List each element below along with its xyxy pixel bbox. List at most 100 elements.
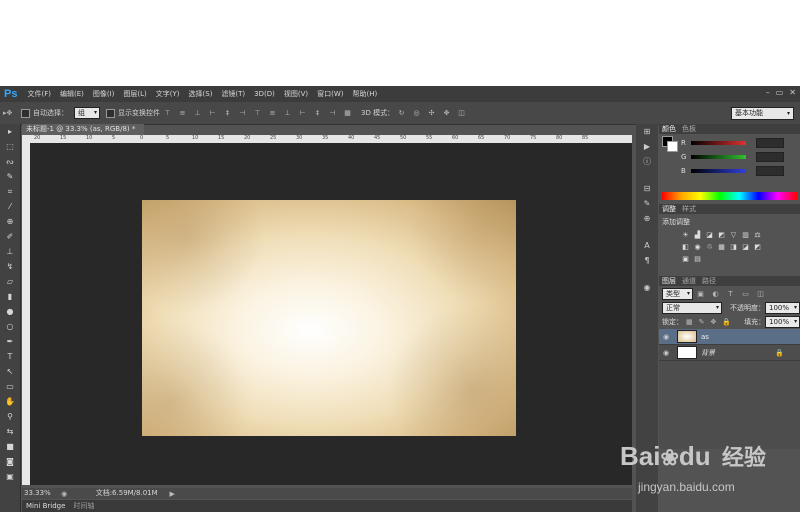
brush-tool-icon[interactable]: ✐: [0, 229, 20, 244]
distribute-middle-icon[interactable]: ≡: [268, 109, 277, 117]
eraser-tool-icon[interactable]: ▱: [0, 274, 20, 289]
channel-mixer-icon[interactable]: ♲: [705, 243, 714, 252]
3d-drag-icon[interactable]: ✣: [427, 109, 436, 117]
opacity-value[interactable]: 100%: [764, 302, 800, 314]
lock-position-icon[interactable]: ✥: [711, 318, 717, 326]
selective-color-icon[interactable]: ▣: [681, 255, 690, 264]
tool-presets-icon[interactable]: ◉: [636, 280, 658, 295]
marquee-tool-icon[interactable]: ⬚: [0, 139, 20, 154]
workspace-dropdown[interactable]: 基本功能: [731, 107, 794, 120]
threshold-icon[interactable]: ◩: [753, 243, 762, 252]
document-tab[interactable]: 未标题-1 @ 33.3% (as, RGB/8) *: [22, 124, 144, 135]
hue-saturation-icon[interactable]: ▥: [741, 231, 750, 240]
tab-swatches[interactable]: 色板: [682, 124, 696, 134]
zoom-level[interactable]: 33.33%: [24, 488, 51, 499]
blend-mode-dropdown[interactable]: 正常: [662, 302, 722, 314]
eye-icon[interactable]: ◉: [659, 349, 673, 357]
layer-row[interactable]: ◉ as: [659, 329, 800, 345]
layer-name[interactable]: as: [701, 333, 709, 341]
align-bottom-icon[interactable]: ⊥: [193, 109, 202, 117]
auto-select-dropdown[interactable]: 组: [74, 107, 100, 119]
align-middle-icon[interactable]: ≡: [178, 109, 187, 117]
color-balance-icon[interactable]: ⚖: [753, 231, 762, 240]
fill-value[interactable]: 100%: [765, 316, 800, 328]
menu-image[interactable]: 图像(I): [93, 89, 115, 99]
distribute-center-icon[interactable]: ‡: [313, 109, 322, 117]
filter-pixel-icon[interactable]: ▣: [696, 290, 705, 298]
zoom-tool-icon[interactable]: ⚲: [0, 409, 20, 424]
properties-icon[interactable]: ⊟: [636, 181, 658, 196]
menu-3d[interactable]: 3D(D): [254, 90, 275, 98]
tab-layers[interactable]: 图层: [662, 276, 676, 286]
status-menu-icon[interactable]: ◉: [60, 490, 69, 498]
gradient-tool-icon[interactable]: ▮: [0, 289, 20, 304]
3d-scale-icon[interactable]: ◫: [457, 109, 466, 117]
lock-transparent-icon[interactable]: ▦: [686, 318, 693, 326]
invert-icon[interactable]: ◨: [729, 243, 738, 252]
distribute-left-icon[interactable]: ⊢: [298, 109, 307, 117]
menu-filter[interactable]: 滤镜(T): [221, 89, 245, 99]
menu-select[interactable]: 选择(S): [189, 89, 213, 99]
status-arrow-icon[interactable]: ▶: [168, 490, 177, 498]
screen-mode-icon[interactable]: ▣: [0, 469, 20, 484]
filter-adjust-icon[interactable]: ◐: [711, 290, 720, 298]
3d-slide-icon[interactable]: ✥: [442, 109, 451, 117]
tab-paths[interactable]: 路径: [702, 276, 716, 286]
move-tool-icon[interactable]: ▸: [0, 124, 20, 139]
brush-presets-icon[interactable]: ✎: [636, 196, 658, 211]
history-icon[interactable]: ⊞: [636, 124, 658, 139]
auto-select-checkbox[interactable]: 自动选择：: [21, 108, 68, 118]
align-right-icon[interactable]: ⊣: [238, 109, 247, 117]
minimize-button[interactable]: –: [766, 88, 770, 97]
close-button[interactable]: ✕: [789, 88, 796, 97]
path-select-tool-icon[interactable]: ↖: [0, 364, 20, 379]
distribute-bottom-icon[interactable]: ⊥: [283, 109, 292, 117]
dodge-tool-icon[interactable]: ○: [0, 319, 20, 334]
align-center-icon[interactable]: ‡: [223, 109, 232, 117]
filter-smart-icon[interactable]: ◫: [756, 290, 765, 298]
brightness-icon[interactable]: ☀: [681, 231, 690, 240]
posterize-icon[interactable]: ◪: [741, 243, 750, 252]
shape-tool-icon[interactable]: ▭: [0, 379, 20, 394]
info-icon[interactable]: ⓘ: [636, 154, 658, 169]
quick-mask-icon[interactable]: ◙: [0, 454, 20, 469]
tab-adjustments[interactable]: 调整: [662, 204, 676, 214]
distribute-right-icon[interactable]: ⊣: [328, 109, 337, 117]
paragraph-icon[interactable]: ¶: [636, 253, 658, 268]
parchment-image[interactable]: [142, 200, 516, 436]
tab-styles[interactable]: 样式: [682, 204, 696, 214]
menu-view[interactable]: 视图(V): [284, 89, 308, 99]
tab-color[interactable]: 颜色: [662, 124, 676, 134]
healing-brush-tool-icon[interactable]: ⊕: [0, 214, 20, 229]
hand-tool-icon[interactable]: ✋: [0, 394, 20, 409]
lasso-tool-icon[interactable]: ᔓ: [0, 154, 20, 169]
history-brush-tool-icon[interactable]: ↯: [0, 259, 20, 274]
filter-shape-icon[interactable]: ▭: [741, 290, 750, 298]
channel-slider-b[interactable]: [691, 169, 746, 173]
align-top-icon[interactable]: ⊤: [163, 109, 172, 117]
menu-edit[interactable]: 编辑(E): [60, 89, 84, 99]
black-white-icon[interactable]: ◧: [681, 243, 690, 252]
menu-layer[interactable]: 图层(L): [123, 89, 146, 99]
move-tool-preset-icon[interactable]: ▸✥: [3, 109, 12, 117]
filter-type-icon[interactable]: T: [726, 290, 735, 298]
blur-tool-icon[interactable]: ●: [0, 304, 20, 319]
photo-filter-icon[interactable]: ◉: [693, 243, 702, 252]
layer-filter-dropdown[interactable]: 类型: [662, 287, 693, 300]
channel-value-g[interactable]: [756, 152, 784, 162]
actions-icon[interactable]: ▶: [636, 139, 658, 154]
maximize-button[interactable]: ▭: [776, 88, 784, 97]
channel-value-r[interactable]: [756, 138, 784, 148]
color-spectrum[interactable]: [662, 192, 797, 200]
menu-window[interactable]: 窗口(W): [317, 89, 343, 99]
tab-mini-bridge[interactable]: Mini Bridge: [22, 502, 69, 510]
clone-stamp-tool-icon[interactable]: ⊥: [0, 244, 20, 259]
exposure-icon[interactable]: ◩: [717, 231, 726, 240]
pen-tool-icon[interactable]: ✒: [0, 334, 20, 349]
3d-roll-icon[interactable]: ◎: [412, 109, 421, 117]
channel-slider-r[interactable]: [691, 141, 746, 145]
show-transform-checkbox[interactable]: 显示变换控件: [106, 108, 160, 118]
layer-row[interactable]: ◉ 背景 🔒: [659, 345, 800, 361]
clone-source-icon[interactable]: ⊕: [636, 211, 658, 226]
menu-help[interactable]: 帮助(H): [353, 89, 378, 99]
